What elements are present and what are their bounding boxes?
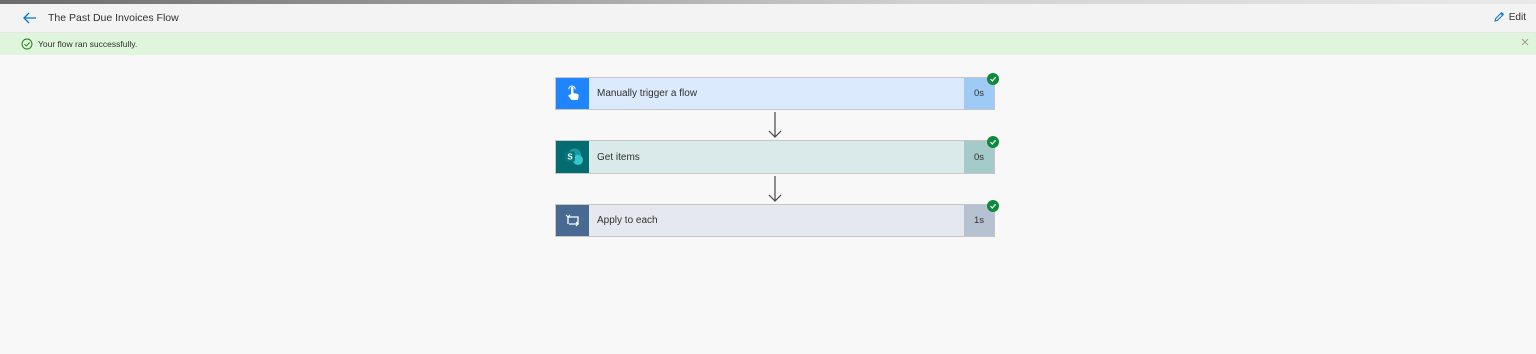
banner-message: Your flow ran successfully.: [38, 39, 138, 49]
loop-icon: [565, 214, 579, 226]
close-banner-button[interactable]: [1520, 37, 1530, 50]
sharepoint-icon: S: [564, 148, 583, 165]
step-card-get-items[interactable]: S Get items 0s: [555, 136, 999, 174]
step-label: Manually trigger a flow: [597, 88, 698, 99]
step-label: Apply to each: [597, 215, 658, 226]
connector-arrow-icon: [768, 112, 782, 138]
header-bar: The Past Due Invoices Flow Edit: [0, 4, 1536, 33]
svg-text:S: S: [567, 153, 573, 162]
step-card-manual-trigger[interactable]: Manually trigger a flow 0s: [555, 73, 999, 110]
step-icon-box: [556, 205, 589, 236]
step-card-apply-to-each[interactable]: Apply to each 1s: [555, 200, 999, 237]
check-circle-icon: [21, 38, 33, 50]
back-button[interactable]: [20, 9, 40, 27]
step-icon-box: [556, 78, 589, 109]
flow-title: The Past Due Invoices Flow: [48, 12, 179, 24]
close-icon: [1521, 38, 1529, 46]
edit-label: Edit: [1508, 11, 1526, 23]
success-banner: Your flow ran successfully.: [0, 33, 1536, 55]
touch-icon: [567, 85, 579, 100]
success-check-icon: [987, 73, 999, 85]
step-label: Get items: [597, 151, 640, 163]
success-check-icon: [987, 200, 999, 212]
back-arrow-icon: [23, 12, 36, 24]
connector-arrow-icon: [768, 176, 782, 202]
step-icon-box: S: [556, 141, 589, 173]
edit-button[interactable]: Edit: [1493, 11, 1526, 23]
pencil-icon: [1494, 11, 1504, 22]
success-check-icon: [987, 136, 999, 148]
